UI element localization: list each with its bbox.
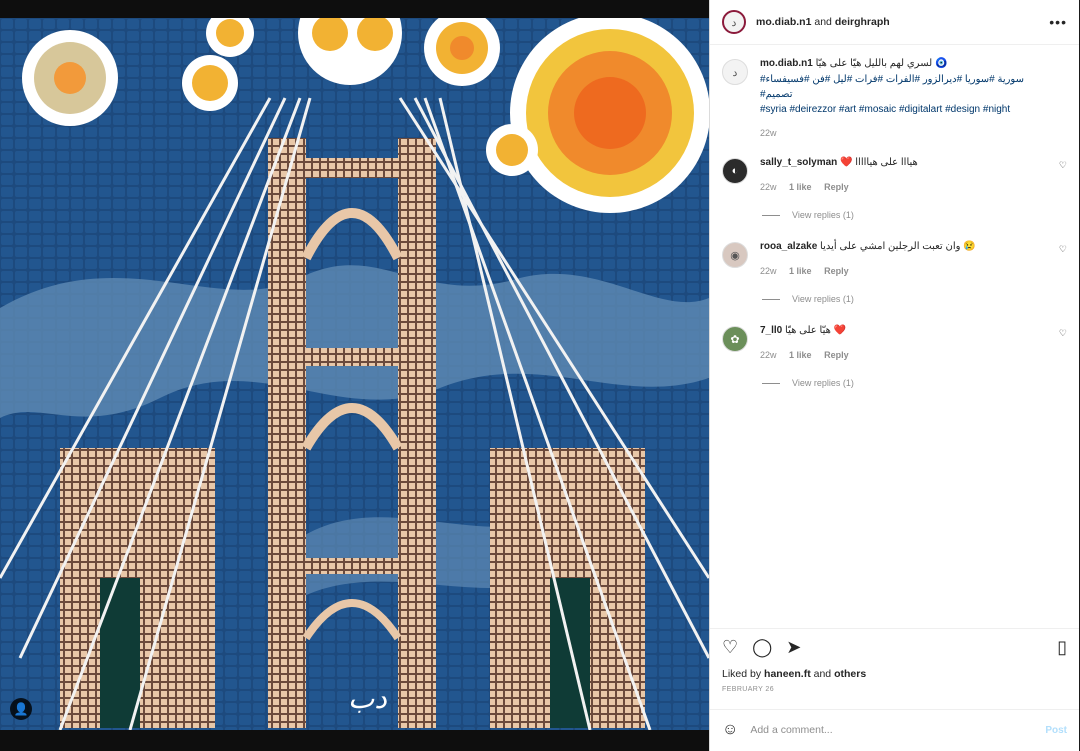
comment-1: ◐ sally_t_solyman ❤️ هيااا على هيااااا 2… [722,156,1067,240]
collaborator-username[interactable]: deirghraph [835,16,890,28]
comment-emoji: 😢 [963,241,976,252]
liked-by-user[interactable]: haneen.ft [764,668,811,680]
comment-3: ✿ 7_ll0 هيّا على هيّا ❤️ 22w 1 like Repl… [722,324,1067,408]
comment-emoji: ❤️ [840,157,853,168]
post-actions: ♡ ◯ ➤ ▯ Liked by haneen.ft and others FE… [710,628,1079,693]
hashtags-english[interactable]: #syria #deirezzor #art #mosaic #digitala… [760,103,1067,116]
likes-and-text: and [813,668,832,680]
comment-emoji: ❤️ [833,325,847,336]
caption: ﺩ mo.diab.n1 لسري لهم بالليل هيّا على هي… [722,57,1067,156]
comment-input[interactable]: Add a comment... [750,724,1045,736]
more-options-icon[interactable]: ••• [1049,14,1067,30]
post-header: ﺩ mo.diab.n1 and deirghraph ••• [710,0,1079,45]
liked-by-text: Liked by [722,668,762,680]
post-image[interactable]: ﺩﺏ 👤 [0,0,709,751]
reply-button[interactable]: Reply [824,182,849,192]
comment-icon[interactable]: ◯ [752,637,772,658]
comment-time[interactable]: 22w [760,182,777,192]
and-text: and [814,16,832,28]
share-icon[interactable]: ➤ [786,637,801,658]
comments-list: ﺩ mo.diab.n1 لسري لهم بالليل هيّا على هي… [710,45,1079,627]
comment-text: هيااا على هيااااا [855,157,918,168]
comment-likes[interactable]: 1 like [789,266,812,276]
comment-username[interactable]: rooa_alzake [760,241,817,252]
emoji-icon[interactable]: ☺ [722,721,738,739]
comment-like-heart-icon[interactable]: ♡ [1059,328,1067,408]
liked-by-others[interactable]: others [834,668,866,680]
comment-avatar[interactable]: ✿ [722,326,748,352]
comment-username[interactable]: 7_ll0 [760,325,782,336]
view-replies-button[interactable]: View replies (1) [762,292,1051,306]
view-replies-button[interactable]: View replies (1) [762,376,1051,390]
author-avatar[interactable]: ﺩ [722,10,746,34]
comment-like-heart-icon[interactable]: ♡ [1059,244,1067,324]
comment-text: هيّا على هيّا [785,325,831,336]
post-sidebar: ﺩ mo.diab.n1 and deirghraph ••• ﺩ mo.dia… [709,0,1079,751]
comment-avatar[interactable]: ◐ [722,158,748,184]
tagged-user-icon[interactable]: 👤 [10,698,32,720]
caption-avatar[interactable]: ﺩ [722,59,748,85]
mosaic-bridge-artwork: ﺩﺏ [0,18,709,730]
comment-text: وان تعبت الرجلين امشي على أيديا [820,241,961,252]
comment-like-heart-icon[interactable]: ♡ [1059,160,1067,240]
comment-likes[interactable]: 1 like [789,350,812,360]
hashtags-arabic[interactable]: سورية #سوريا #ديرالزور #الفرات #فرات #لي… [760,73,1067,86]
bookmark-icon[interactable]: ▯ [1057,637,1067,658]
add-comment-bar: ☺ Add a comment... Post [710,709,1079,750]
author-username[interactable]: mo.diab.n1 [756,16,811,28]
view-replies-button[interactable]: View replies (1) [762,208,1051,222]
heart-icon[interactable]: ♡ [722,637,738,658]
comment-likes[interactable]: 1 like [789,182,812,192]
hashtags-arabic-2[interactable]: #تصميم [760,88,1067,101]
comment-time[interactable]: 22w [760,266,777,276]
svg-text:ﺩﺏ: ﺩﺏ [348,682,387,715]
comment-2: ◉ rooa_alzake وان تعبت الرجلين امشي على … [722,240,1067,324]
reply-button[interactable]: Reply [824,266,849,276]
likes-summary: Liked by haneen.ft and others [722,668,1067,680]
caption-emoji: 🧿 [934,58,948,69]
reply-button[interactable]: Reply [824,350,849,360]
comment-time[interactable]: 22w [760,350,777,360]
caption-text: لسري لهم بالليل هيّا على هيّا [815,58,933,69]
comment-avatar[interactable]: ◉ [722,242,748,268]
header-users: mo.diab.n1 and deirghraph [756,16,890,28]
caption-username[interactable]: mo.diab.n1 [760,58,813,69]
caption-time[interactable]: 22w [760,128,777,138]
post-button[interactable]: Post [1045,725,1067,736]
comment-username[interactable]: sally_t_solyman [760,157,837,168]
post-date[interactable]: FEBRUARY 26 [722,686,1067,693]
